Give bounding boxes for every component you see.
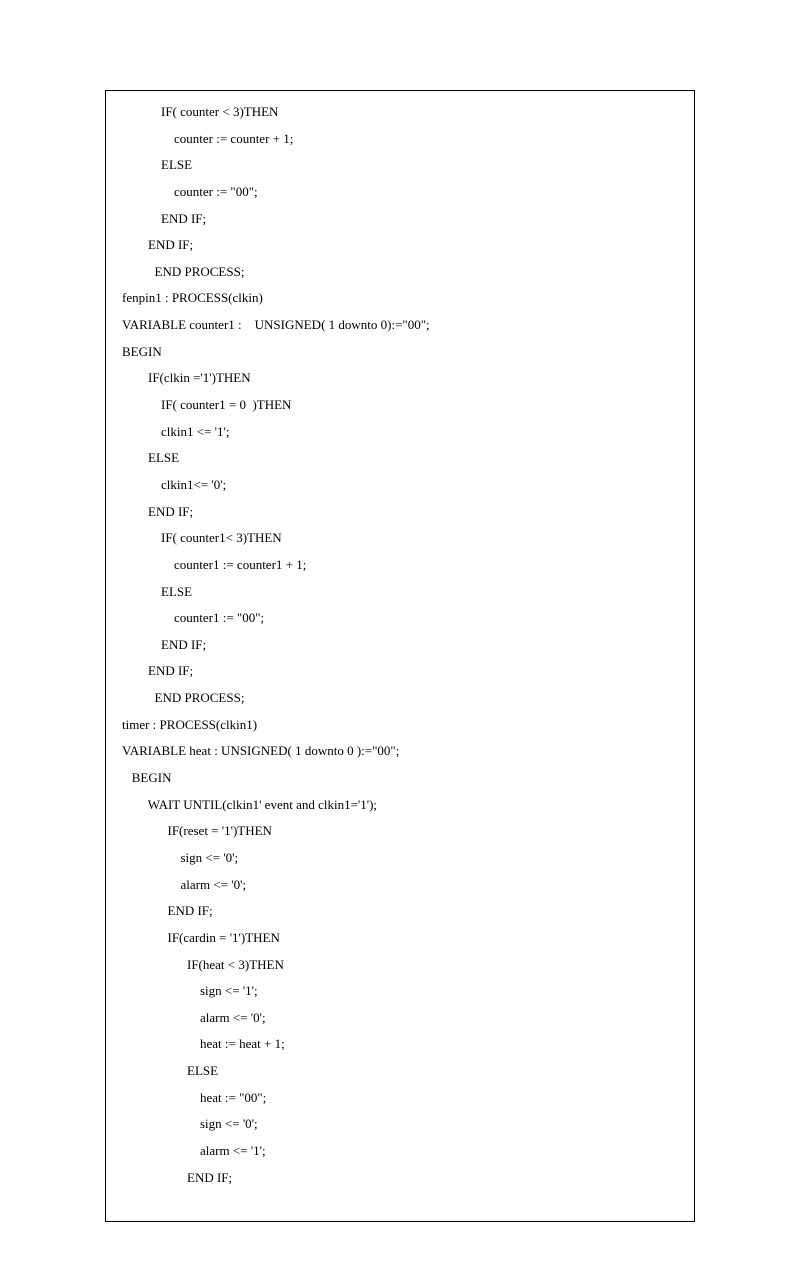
code-line: ELSE <box>122 1058 678 1085</box>
code-line: counter1 := "00"; <box>122 605 678 632</box>
code-line: timer : PROCESS(clkin1) <box>122 712 678 739</box>
code-line: IF(reset = '1')THEN <box>122 818 678 845</box>
code-line: fenpin1 : PROCESS(clkin) <box>122 285 678 312</box>
code-line: counter1 := counter1 + 1; <box>122 552 678 579</box>
code-line: VARIABLE heat : UNSIGNED( 1 downto 0 ):=… <box>122 738 678 765</box>
code-line: END IF; <box>122 632 678 659</box>
code-frame: IF( counter < 3)THEN counter := counter … <box>105 90 695 1222</box>
code-line: sign <= '0'; <box>122 1111 678 1138</box>
code-line: counter := counter + 1; <box>122 126 678 153</box>
code-line: END PROCESS; <box>122 259 678 286</box>
code-line: alarm <= '0'; <box>122 872 678 899</box>
code-line: ELSE <box>122 579 678 606</box>
code-line: VARIABLE counter1 : UNSIGNED( 1 downto 0… <box>122 312 678 339</box>
code-line: END PROCESS; <box>122 685 678 712</box>
code-line: alarm <= '1'; <box>122 1138 678 1165</box>
code-line: ELSE <box>122 445 678 472</box>
code-line: WAIT UNTIL(clkin1' event and clkin1='1')… <box>122 792 678 819</box>
code-line: heat := heat + 1; <box>122 1031 678 1058</box>
code-line: IF( counter1 = 0 )THEN <box>122 392 678 419</box>
code-line: BEGIN <box>122 339 678 366</box>
code-line: END IF; <box>122 232 678 259</box>
code-line: sign <= '1'; <box>122 978 678 1005</box>
code-line: alarm <= '0'; <box>122 1005 678 1032</box>
code-line: counter := "00"; <box>122 179 678 206</box>
code-line: ELSE <box>122 152 678 179</box>
code-line: END IF; <box>122 658 678 685</box>
code-line: clkin1 <= '1'; <box>122 419 678 446</box>
code-line: IF( counter1< 3)THEN <box>122 525 678 552</box>
code-line: IF(cardin = '1')THEN <box>122 925 678 952</box>
code-line: IF( counter < 3)THEN <box>122 99 678 126</box>
code-line: BEGIN <box>122 765 678 792</box>
code-line: clkin1<= '0'; <box>122 472 678 499</box>
code-line: heat := "00"; <box>122 1085 678 1112</box>
code-line: END IF; <box>122 1165 678 1192</box>
code-line: END IF; <box>122 499 678 526</box>
document-page: IF( counter < 3)THEN counter := counter … <box>0 0 800 1282</box>
code-line: END IF; <box>122 898 678 925</box>
code-line: IF(heat < 3)THEN <box>122 952 678 979</box>
code-line: sign <= '0'; <box>122 845 678 872</box>
code-line: IF(clkin ='1')THEN <box>122 365 678 392</box>
code-line: END IF; <box>122 206 678 233</box>
